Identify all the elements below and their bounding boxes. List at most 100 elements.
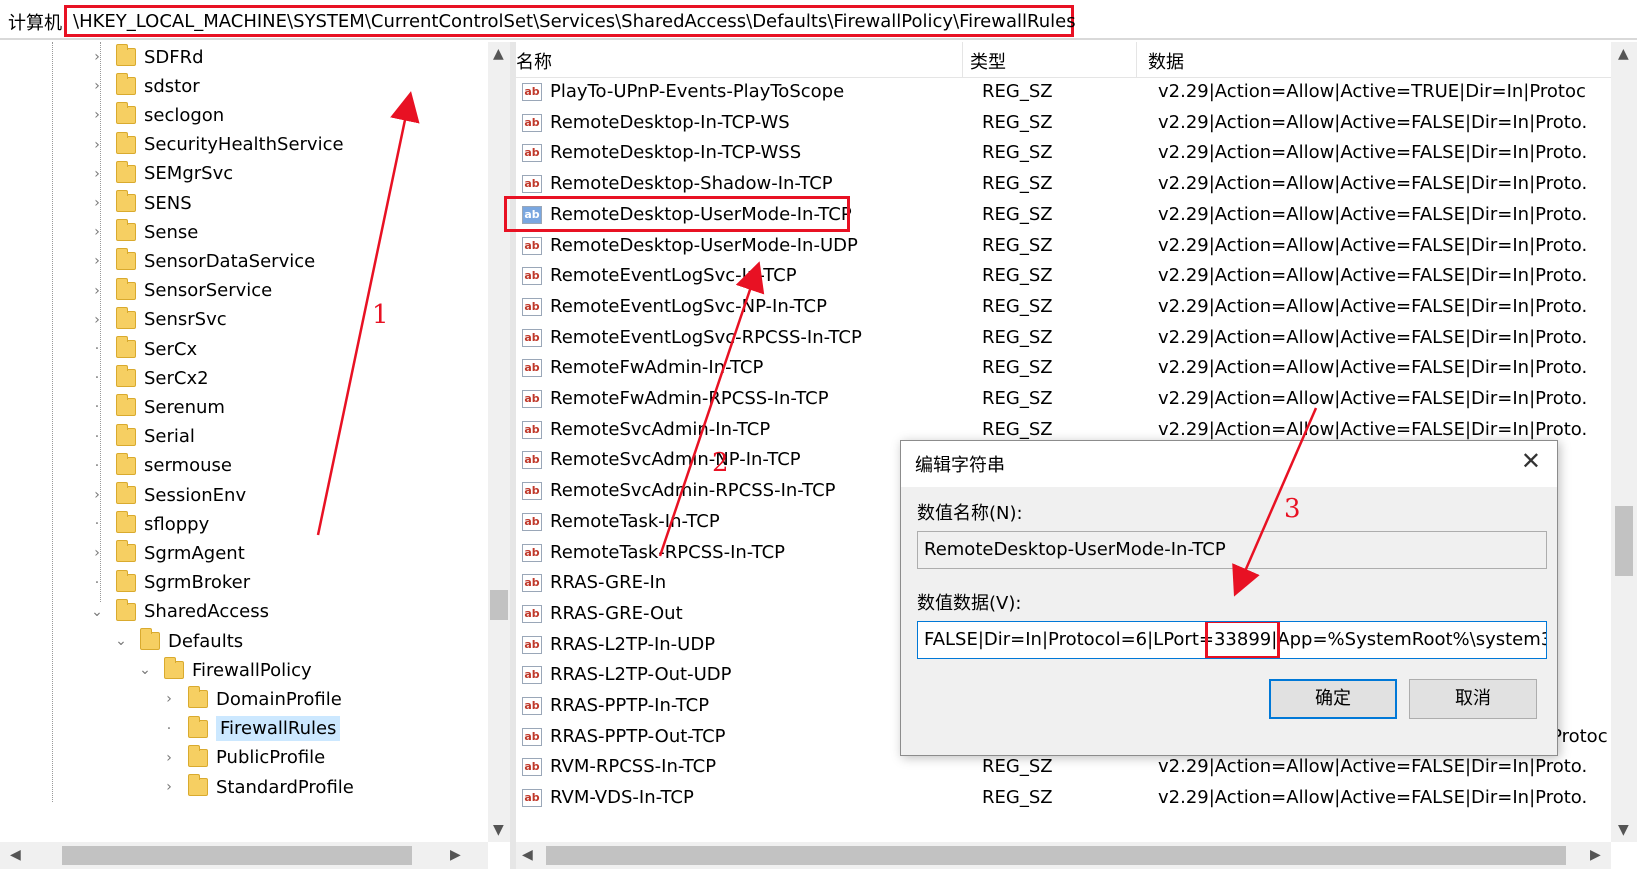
cancel-button[interactable]: 取消 <box>1409 679 1537 719</box>
tree-item[interactable]: › SensrSvc <box>88 305 227 335</box>
tree-item[interactable]: · sfloppy <box>88 509 209 539</box>
address-path[interactable]: \HKEY_LOCAL_MACHINE\SYSTEM\CurrentContro… <box>64 5 1076 37</box>
chevron-right-icon[interactable]: › <box>160 779 178 795</box>
ok-button[interactable]: 确定 <box>1269 679 1397 719</box>
table-row[interactable]: ab RemoteFwAdmin-In-TCP REG_SZ v2.29|Action… <box>516 353 1611 384</box>
chevron-right-icon[interactable]: › <box>88 224 106 240</box>
chevron-right-icon[interactable]: › <box>88 166 106 182</box>
table-row[interactable]: ab RemoteDesktop-In-TCP-WS REG_SZ v2.29|Act… <box>516 108 1611 139</box>
table-row[interactable]: ab RVM-VDS-In-TCP REG_SZ v2.29|Action=Allow… <box>516 783 1611 814</box>
tree-item[interactable]: › StandardProfile <box>160 772 354 802</box>
value-data-field[interactable]: FALSE|Dir=In|Protocol=6|LPort=33899|App=… <box>917 621 1547 659</box>
list-vertical-scrollbar[interactable]: ▲ ▼ <box>1611 42 1637 842</box>
tree-item[interactable]: › seclogon <box>88 100 224 130</box>
table-row[interactable]: ab RemoteDesktop-Shadow-In-TCP REG_SZ v2.29… <box>516 169 1611 200</box>
table-row[interactable]: ab RemoteFwAdmin-RPCSS-In-TCP REG_SZ v2.29|… <box>516 384 1611 415</box>
chevron-down-icon[interactable]: ⌄ <box>112 633 130 649</box>
string-value-icon: ab <box>522 727 542 746</box>
column-divider[interactable] <box>962 42 963 78</box>
tree-item[interactable]: › SENS <box>88 188 192 218</box>
chevron-right-icon[interactable]: › <box>88 137 106 153</box>
column-divider[interactable] <box>1136 42 1137 78</box>
tree-vertical-scrollbar[interactable]: ▲ ▼ <box>488 42 510 842</box>
column-header-data[interactable]: 数据 <box>1148 48 1184 74</box>
tree-item[interactable]: › Sense <box>88 217 198 247</box>
table-row[interactable]: ab RemoteDesktop-UserMode-In-TCP REG_SZ v2.… <box>516 200 1611 231</box>
tree-item[interactable]: › SDFRd <box>88 42 204 72</box>
tree-item[interactable]: ⌄ FirewallPolicy <box>136 655 312 685</box>
tree-item-label: SDFRd <box>144 46 204 68</box>
tree-item[interactable]: ⌄ SharedAccess <box>88 597 269 627</box>
tree-leaf-dot: · <box>94 399 100 416</box>
chevron-right-icon[interactable]: › <box>88 487 106 503</box>
column-header-type[interactable]: 类型 <box>970 48 1006 74</box>
value-name-label: 数值名称(N): <box>917 503 1023 524</box>
tree-item[interactable]: · Serenum <box>88 392 225 422</box>
folder-icon <box>116 598 136 621</box>
chevron-right-icon[interactable]: › <box>88 78 106 94</box>
close-icon[interactable]: ✕ <box>1521 447 1541 475</box>
table-row[interactable]: ab RVM-RPCSS-In-TCP REG_SZ v2.29|Action=All… <box>516 752 1611 783</box>
tree-item[interactable]: › SensorDataService <box>88 246 315 276</box>
scroll-down-icon[interactable]: ▼ <box>493 822 504 838</box>
scroll-up-icon[interactable]: ▲ <box>1618 46 1629 62</box>
table-row[interactable]: ab RemoteDesktop-In-TCP-WSS REG_SZ v2.29|Ac… <box>516 138 1611 169</box>
value-data: v2.29|Action=Allow|Active=FALSE|Dir=In|P… <box>1158 142 1588 164</box>
address-bar[interactable]: 计算机 \HKEY_LOCAL_MACHINE\SYSTEM\CurrentCo… <box>0 0 1637 40</box>
scroll-right-icon[interactable]: ▶ <box>450 847 461 863</box>
tree-item[interactable]: › SecurityHealthService <box>88 130 344 160</box>
string-value-icon: ab <box>522 758 542 777</box>
value-name: RVM-RPCSS-In-TCP <box>550 756 717 778</box>
list-hscroll-thumb[interactable] <box>546 846 1566 865</box>
value-name: RemoteSvcAdmin-RPCSS-In-TCP <box>550 480 836 502</box>
tree-item[interactable]: · SerCx2 <box>88 363 209 393</box>
chevron-down-icon[interactable]: ⌄ <box>88 604 106 620</box>
scroll-right-icon[interactable]: ▶ <box>1590 847 1601 863</box>
edit-string-dialog[interactable]: 编辑字符串 ✕ 数值名称(N): RemoteDesktop-UserMode-… <box>900 440 1558 756</box>
registry-tree[interactable]: › SDFRd › sdstor › seclogon › SecurityHealthSer… <box>0 42 512 842</box>
scroll-left-icon[interactable]: ◀ <box>522 847 533 863</box>
tree-item[interactable]: › PublicProfile <box>160 743 325 773</box>
tree-item[interactable]: › sdstor <box>88 71 200 101</box>
column-header-name[interactable]: 名称 <box>516 48 552 74</box>
table-row[interactable]: ab RemoteEventLogSvc-RPCSS-In-TCP REG_SZ v2… <box>516 323 1611 354</box>
chevron-right-icon[interactable]: › <box>88 283 106 299</box>
scroll-left-icon[interactable]: ◀ <box>10 847 21 863</box>
tree-item[interactable]: · FirewallRules <box>160 714 341 744</box>
tree-item[interactable]: › DomainProfile <box>160 684 342 714</box>
chevron-right-icon[interactable]: › <box>88 545 106 561</box>
chevron-right-icon[interactable]: › <box>88 195 106 211</box>
table-row[interactable]: ab RemoteEventLogSvc-In-TCP REG_SZ v2.29|Ac… <box>516 261 1611 292</box>
annotation-label-3: 3 <box>1284 494 1301 524</box>
tree-item[interactable]: › SEMgrSvc <box>88 159 233 189</box>
tree-item[interactable]: · SgrmBroker <box>88 568 250 598</box>
tree-item[interactable]: › SgrmAgent <box>88 538 245 568</box>
tree-item[interactable]: › SessionEnv <box>88 480 246 510</box>
value-name-field[interactable]: RemoteDesktop-UserMode-In-TCP <box>917 531 1547 569</box>
tree-item[interactable]: ⌄ Defaults <box>112 626 243 656</box>
table-row[interactable]: ab PlayTo-UPnP-Events-PlayToScope REG_SZ v2… <box>516 77 1611 108</box>
scroll-up-icon[interactable]: ▲ <box>493 46 504 62</box>
chevron-right-icon[interactable]: › <box>88 107 106 123</box>
tree-item[interactable]: › SensorService <box>88 276 272 306</box>
tree-item[interactable]: · SerCx <box>88 334 197 364</box>
chevron-down-icon[interactable]: ⌄ <box>136 662 154 678</box>
chevron-right-icon[interactable]: › <box>160 750 178 766</box>
list-scroll-thumb[interactable] <box>1615 506 1633 576</box>
chevron-right-icon[interactable]: › <box>88 312 106 328</box>
tree-scroll-thumb[interactable] <box>490 590 508 620</box>
tree-horizontal-scrollbar[interactable]: ◀ ▶ <box>0 842 488 869</box>
chevron-right-icon[interactable]: › <box>88 253 106 269</box>
tree-item[interactable]: · Serial <box>88 422 195 452</box>
scroll-down-icon[interactable]: ▼ <box>1618 822 1629 838</box>
chevron-right-icon[interactable]: › <box>88 49 106 65</box>
chevron-right-icon[interactable]: › <box>160 691 178 707</box>
value-name: RemoteTask-RPCSS-In-TCP <box>550 541 785 563</box>
table-row[interactable]: ab RemoteDesktop-UserMode-In-UDP REG_SZ v2.… <box>516 231 1611 262</box>
tree-hscroll-thumb[interactable] <box>62 846 412 865</box>
list-horizontal-scrollbar[interactable]: ◀ ▶ <box>516 842 1611 869</box>
tree-item[interactable]: · sermouse <box>88 451 232 481</box>
value-name: RRAS-GRE-In <box>550 572 667 594</box>
table-row[interactable]: ab RemoteEventLogSvc-NP-In-TCP REG_SZ v2.29… <box>516 292 1611 323</box>
lport-value: 33899 <box>1204 622 1281 658</box>
